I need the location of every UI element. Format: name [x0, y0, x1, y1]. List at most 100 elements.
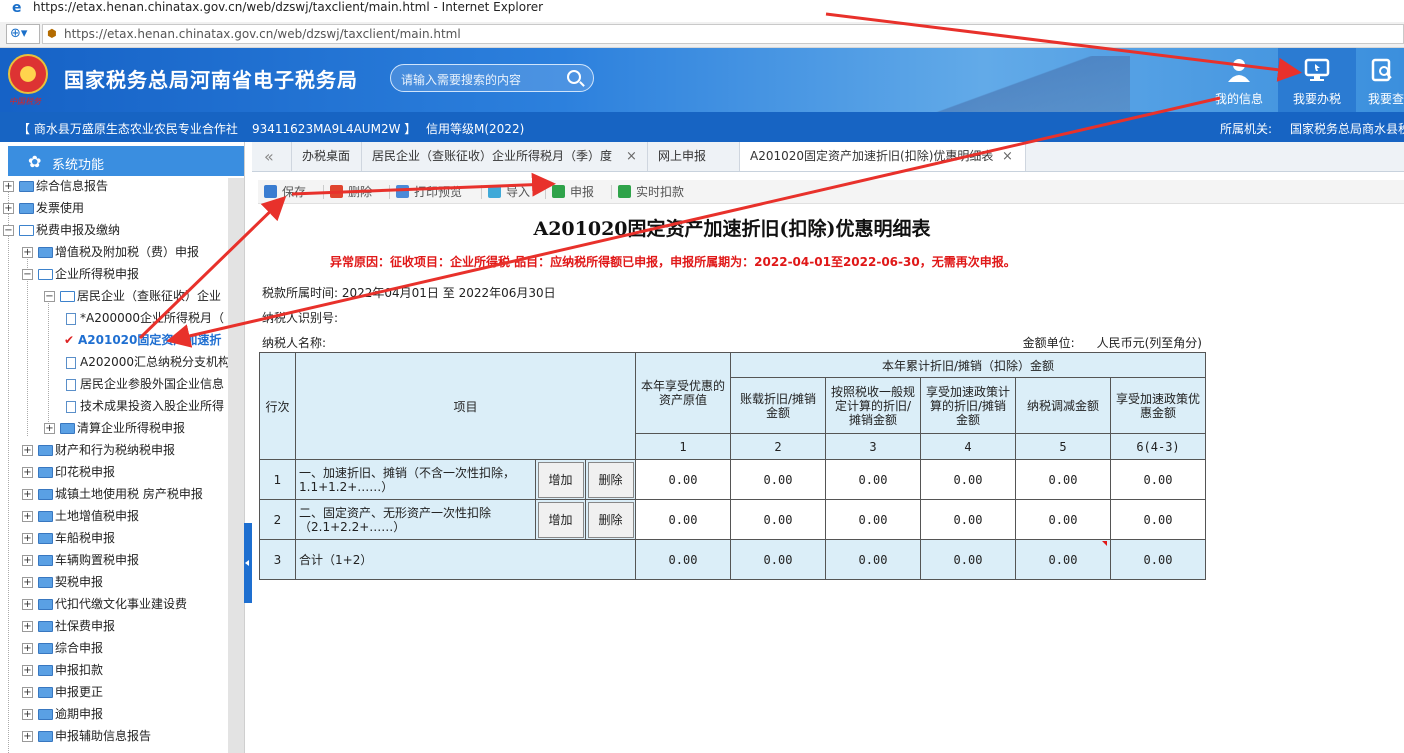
browser-nav-button[interactable]: ⊕▾ [6, 24, 40, 44]
tab-online-declare[interactable]: 网上申报 [648, 142, 740, 171]
add-row-button[interactable]: 增加 [537, 501, 584, 538]
flower-icon: ✿ [28, 152, 42, 171]
cell-value[interactable]: 0.00 [825, 459, 921, 500]
tab-a201020[interactable]: A201020固定资产加速折旧(扣除)优惠明细表 × [740, 142, 1026, 171]
site-title: 国家税务总局河南省电子税务局 [64, 68, 358, 92]
sidebar-item-culture-fee[interactable]: + 代扣代缴文化事业建设费 [22, 593, 187, 615]
discount-detail-table: 行次 项目 本年享受优惠的资产原值 本年累计折旧/摊销（扣除）金额 账载折旧/摊… [259, 352, 1206, 580]
row-item: 合计（1+2） [295, 539, 636, 580]
cell-value[interactable]: 0.00 [635, 499, 731, 540]
print-preview-button[interactable]: 打印预览 [388, 183, 462, 201]
realtime-deduct-button[interactable]: 实时扣款 [610, 183, 684, 201]
sidebar-scrollbar[interactable] [228, 178, 244, 753]
delete-row-button[interactable]: 删除 [587, 501, 634, 538]
nav-my-info[interactable]: 我的信息 [1200, 48, 1278, 112]
sidebar-item-liquidation[interactable]: + 清算企业所得税申报 [44, 417, 185, 439]
sidebar-item-deed[interactable]: + 契税申报 [22, 571, 103, 593]
tab-desktop[interactable]: 办税桌面 [292, 142, 362, 171]
check-icon: ✔ [64, 333, 75, 347]
cell-value[interactable]: 0.00 [1015, 459, 1111, 500]
tax-emblem-icon [8, 54, 48, 94]
taxpayer-name-label: 纳税人名称: [262, 336, 327, 350]
sidebar-item-social-security[interactable]: + 社保费申报 [22, 615, 115, 637]
sidebar-item-aux-info[interactable]: + 申报辅助信息报告 [22, 725, 151, 747]
header-c4: 享受加速政策计算的折旧/摊销金额 [920, 377, 1016, 434]
cell-value[interactable]: 0.00 [730, 499, 826, 540]
cell-value: 0.00 [1015, 539, 1111, 580]
tab-resident-cit[interactable]: 居民企业（查账征收）企业所得税月（季）度 × [362, 142, 648, 171]
sidebar-item-correction[interactable]: + 申报更正 [22, 681, 103, 703]
sidebar-item-comprehensive[interactable]: + 综合申报 [22, 637, 103, 659]
sidebar-item-general-report[interactable]: + 综合信息报告 [3, 175, 108, 197]
browser-title-bar: e https://etax.henan.chinatax.gov.cn/web… [0, 0, 1404, 18]
header-c5: 纳税调减金额 [1015, 377, 1111, 434]
sidebar-item-stamp[interactable]: + 印花税申报 [22, 461, 115, 483]
sidebar-item-overdue[interactable]: + 逾期申报 [22, 703, 103, 725]
great-wall-banner [930, 56, 1130, 112]
sidebar-item-land-vat[interactable]: + 土地增值税申报 [22, 505, 139, 527]
form-title: A201020固定资产加速折旧(扣除)优惠明细表 [533, 218, 931, 240]
search-icon[interactable] [567, 70, 581, 84]
sidebar-item-a202000[interactable]: A202000汇总纳税分支机构 [66, 351, 230, 373]
form-area: A201020固定资产加速折旧(扣除)优惠明细表 异常原因：征收项目：企业所得税… [258, 206, 1206, 753]
sidebar-item-resident-cit[interactable]: − 居民企业（查账征收）企业 [44, 285, 221, 307]
header-c6: 享受加速政策优惠金额 [1110, 377, 1206, 434]
sidebar-item-invoice[interactable]: + 发票使用 [3, 197, 84, 219]
nav-tax-handling-label: 我要办税 [1292, 92, 1341, 106]
tree-guide-line [8, 188, 9, 753]
amount-unit: 金额单位: 人民币元(列至角分) [1023, 334, 1202, 351]
sidebar-item-property-tax[interactable]: + 财产和行为税纳税申报 [22, 439, 175, 461]
sidebar-item-deduction[interactable]: + 申报扣款 [22, 659, 103, 681]
cell-value[interactable]: 0.00 [635, 459, 731, 500]
sidebar-item-declare-pay[interactable]: − 税费申报及缴纳 [3, 219, 120, 241]
header-group: 本年累计折旧/摊销（扣除）金额 [730, 352, 1206, 378]
delete-row-button[interactable]: 删除 [587, 461, 634, 498]
monitor-icon [1304, 58, 1330, 82]
cell-value[interactable]: 0.00 [920, 499, 1016, 540]
row-no: 2 [259, 499, 296, 540]
cell-value[interactable]: 0.00 [1110, 499, 1206, 540]
window-title: https://etax.henan.chinatax.gov.cn/web/d… [33, 0, 544, 14]
address-field[interactable]: ⬢ https://etax.henan.chinatax.gov.cn/web… [42, 24, 1404, 44]
col-no-6: 6(4-3) [1110, 433, 1206, 460]
nav-query[interactable]: 我要查 [1356, 48, 1404, 112]
sidebar-item-foreign-info[interactable]: 居民企业参股外国企业信息 [66, 373, 224, 395]
cell-value: 0.00 [635, 539, 731, 580]
add-row-button[interactable]: 增加 [537, 461, 584, 498]
site-icon: ⬢ [47, 27, 57, 40]
row-no: 3 [259, 539, 296, 580]
declare-button[interactable]: 申报 [544, 183, 594, 201]
save-button[interactable]: 保存 [264, 183, 306, 201]
right-blank-area [1206, 206, 1404, 753]
nav-tax-handling[interactable]: 我要办税 [1278, 48, 1356, 112]
site-search-input[interactable]: 请输入需要搜索的内容 [390, 64, 594, 92]
sidebar-item-vehicle-purchase[interactable]: + 车辆购置税申报 [22, 549, 139, 571]
tab-close-icon[interactable]: × [626, 142, 637, 171]
sidebar-item-cit[interactable]: − 企业所得税申报 [22, 263, 139, 285]
import-button[interactable]: 导入 [480, 183, 530, 201]
sidebar-item-tech-invest[interactable]: 技术成果投资入股企业所得 [66, 395, 224, 417]
sidebar-title: 系统功能 [52, 158, 105, 173]
cell-value[interactable]: 0.00 [730, 459, 826, 500]
user-icon [1226, 58, 1252, 82]
cell-value[interactable]: 0.00 [825, 499, 921, 540]
search-placeholder: 请输入需要搜索的内容 [401, 73, 522, 87]
cell-value[interactable]: 0.00 [920, 459, 1016, 500]
cell-value[interactable]: 0.00 [1110, 459, 1206, 500]
authority-name: 国家税务总局商水县税 [1290, 122, 1404, 136]
table-row: 2 二、固定资产、无形资产一次性扣除（2.1+2.2+……） 增加 删除 0.0… [259, 499, 1206, 540]
sidebar-item-a201020[interactable]: ✔ A201020固定资产加速折 [64, 329, 221, 351]
sidebar-header: ✿ 系统功能 [8, 146, 244, 176]
tab-close-icon[interactable]: × [1002, 142, 1013, 171]
header-c3: 按照税收一般规定计算的折旧/摊销金额 [825, 377, 921, 434]
delete-button[interactable]: 删除 [322, 183, 372, 201]
sidebar: ✿ 系统功能 + 综合信息报告 + 发票使用 − 税费申报及缴纳 + 增值税及附加税（费… [0, 142, 245, 753]
sidebar-item-vat[interactable]: + 增值税及附加税（费）申报 [22, 241, 199, 263]
cell-value[interactable]: 0.00 [1015, 499, 1111, 540]
tab-scroll-back[interactable]: « [252, 142, 292, 171]
sidebar-item-a200000[interactable]: *A200000企业所得税月（ [66, 307, 224, 329]
table-row: 1 一、加速折旧、摊销（不含一次性扣除，1.1+1.2+……） 增加 删除 0.… [259, 459, 1206, 500]
sidebar-item-vehicle-vessel[interactable]: + 车船税申报 [22, 527, 115, 549]
sidebar-collapse-handle[interactable] [244, 523, 252, 603]
sidebar-item-land-use[interactable]: + 城镇土地使用税 房产税申报 [22, 483, 203, 505]
